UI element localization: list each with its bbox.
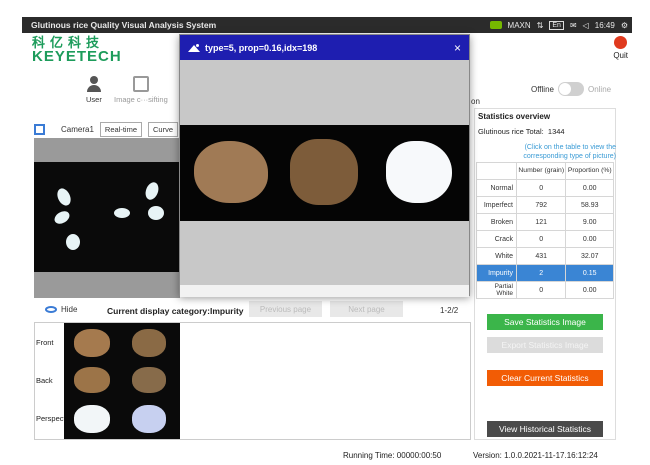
dialog-title: type=5, prop=0.16,idx=198 — [205, 42, 318, 53]
nvidia-icon[interactable] — [489, 21, 502, 29]
user-label: User — [86, 95, 102, 104]
statistics-hint: (Click on the table to view the correspo… — [523, 144, 616, 160]
table-header-row: Number (grain) Proportion (%) — [476, 162, 614, 180]
mail-icon[interactable]: ✉ — [570, 21, 577, 30]
app-title: Glutinous rice Quality Visual Analysis S… — [31, 20, 217, 30]
tab-real-time[interactable]: Real-time — [99, 122, 142, 137]
running-time: Running Time: 00000:00:50 — [343, 451, 442, 460]
logo-english: KEYETECH — [32, 48, 122, 65]
export-statistics-image-button[interactable]: Export Statistics Image — [487, 337, 603, 353]
system-bar: Glutinous rice Quality Visual Analysis S… — [22, 17, 632, 33]
grain-front-view — [194, 141, 268, 203]
next-page-button[interactable]: Next page — [330, 301, 403, 317]
version-label: Version: 1.0.0.2021-11-17.16:12:24 — [473, 451, 598, 460]
grain-back-view — [290, 139, 358, 205]
impurity-thumbnail[interactable] — [74, 405, 110, 433]
tab-curve[interactable]: Curve — [148, 122, 179, 137]
table-row[interactable]: Normal 0 0.00 — [476, 179, 614, 197]
rice-grain — [54, 186, 74, 208]
page-indicator: 1-2/2 — [440, 306, 459, 315]
statistics-total: Glutinous rice Total: 1344 — [478, 127, 565, 136]
hide-label: Hide — [61, 305, 78, 314]
statistics-title: Statistics overview — [478, 112, 551, 121]
camera-header: Camera1 Real-time Curve — [34, 122, 179, 137]
dialog-image — [180, 125, 469, 221]
online-toggle-switch[interactable] — [557, 82, 584, 96]
table-row[interactable]: Broken 121 9.00 — [476, 213, 614, 231]
system-tray: MAXN ⇅ En ✉ ◁ 16:49 ⚙ — [489, 20, 632, 30]
statistics-total-value: 1344 — [547, 127, 565, 136]
power-mode-label[interactable]: MAXN — [508, 21, 531, 30]
impurity-thumbnail[interactable] — [132, 405, 166, 433]
dialog-footer — [180, 285, 469, 297]
side-label-perspective: Perspect — [36, 414, 66, 423]
impurity-thumbnail[interactable] — [132, 367, 166, 393]
statistics-table: Number (grain) Proportion (%) Normal 0 0.0… — [476, 162, 614, 299]
image-icon — [188, 43, 202, 52]
hide-button[interactable]: Hide — [45, 305, 77, 314]
rice-grain — [114, 208, 130, 218]
clear-current-statistics-button[interactable]: Clear Current Statistics — [487, 370, 603, 386]
table-row[interactable]: White 431 32.07 — [476, 247, 614, 265]
impurity-thumbnail[interactable] — [132, 329, 166, 357]
impurity-thumbnail[interactable] — [74, 329, 110, 357]
online-label: Online — [587, 84, 612, 94]
online-toggle-group: Offline Online — [531, 82, 611, 96]
image-sifting-nav-button[interactable]: Image c···sifting — [114, 76, 168, 104]
company-logo: 科亿科技 KEYETECH — [32, 36, 122, 65]
volume-icon[interactable]: ◁ — [583, 21, 589, 30]
impurity-thumbnail[interactable] — [74, 367, 110, 393]
side-label-back: Back — [36, 376, 53, 385]
image-sifting-icon — [132, 76, 149, 92]
quit-label: Quit — [613, 51, 628, 60]
image-preview-dialog: type=5, prop=0.16,idx=198 × — [179, 34, 470, 297]
user-nav-button[interactable]: User — [86, 76, 102, 104]
offline-label: Offline — [531, 84, 554, 94]
table-row[interactable]: Imperfect 792 58.93 — [476, 196, 614, 214]
close-icon[interactable]: × — [454, 41, 461, 55]
previous-page-button[interactable]: Previous page — [249, 301, 322, 317]
thumbnail-images[interactable] — [64, 323, 180, 439]
camera-name: Camera1 — [61, 125, 94, 134]
image-sifting-label: Image c···sifting — [114, 95, 168, 104]
language-indicator[interactable]: En — [549, 20, 564, 30]
partial-label: on — [471, 97, 480, 106]
clock[interactable]: 16:49 — [595, 21, 615, 30]
quit-button[interactable]: Quit — [613, 36, 628, 60]
header-proportion: Proportion (%) — [565, 162, 614, 180]
camera-feed — [34, 162, 180, 272]
eye-icon — [45, 306, 57, 313]
camera-view[interactable] — [34, 138, 180, 298]
rice-grain — [52, 208, 72, 227]
rice-grain — [66, 234, 80, 250]
user-icon — [86, 76, 101, 92]
table-row[interactable]: Crack 0 0.00 — [476, 230, 614, 248]
network-icon[interactable]: ⇅ — [537, 21, 544, 30]
fullscreen-icon[interactable] — [34, 124, 45, 135]
rice-grain — [148, 206, 164, 220]
current-category-label: Current display category:Impurity — [107, 306, 244, 316]
table-row-selected[interactable]: Impurity 2 0.15 — [476, 264, 614, 282]
header-number: Number (grain) — [515, 162, 567, 180]
grain-perspective-view — [386, 141, 452, 203]
rice-grain — [143, 180, 161, 202]
dialog-header: type=5, prop=0.16,idx=198 × — [180, 35, 469, 60]
save-statistics-image-button[interactable]: Save Statistics Image — [487, 314, 603, 330]
settings-gear-icon[interactable]: ⚙ — [621, 21, 628, 30]
side-label-front: Front — [36, 338, 54, 347]
view-historical-statistics-button[interactable]: View Historical Statistics — [487, 421, 603, 437]
power-icon[interactable] — [614, 36, 628, 49]
table-row[interactable]: Partial White 0 0.00 — [476, 281, 614, 299]
